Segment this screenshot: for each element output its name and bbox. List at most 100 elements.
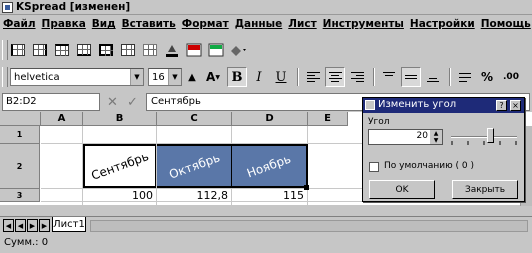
align-center-button[interactable] <box>325 67 345 87</box>
underline-button[interactable]: U <box>271 67 291 87</box>
spin-up-icon[interactable]: ▲ <box>434 130 439 137</box>
toolbar-handle[interactable] <box>2 67 8 87</box>
dialog-close-button[interactable]: × <box>510 100 521 111</box>
paint-bucket-icon <box>231 46 246 56</box>
close-button[interactable]: Закрыть <box>452 180 518 199</box>
row-header-3[interactable]: 3 <box>0 189 40 202</box>
fill-color-icon <box>166 45 178 57</box>
ok-button[interactable]: OK <box>369 180 435 199</box>
row-header-2[interactable]: 2 <box>0 144 40 189</box>
column-header-b[interactable]: B <box>83 112 157 126</box>
app-icon[interactable] <box>2 2 13 13</box>
sheet-tab[interactable]: Лист1 <box>52 217 86 232</box>
dialog-title-bar[interactable]: Изменить угол ? × <box>363 98 524 113</box>
decimal-button[interactable]: .00 <box>499 67 523 87</box>
separator <box>449 68 451 86</box>
angle-slider-track[interactable] <box>451 136 517 138</box>
cell-c2[interactable]: Октябрь <box>157 144 232 188</box>
last-icon: ▶ <box>41 221 48 230</box>
border-top-button[interactable] <box>52 40 72 60</box>
corner-header[interactable] <box>0 112 41 126</box>
fill-color-button[interactable] <box>162 40 182 60</box>
angle-label: Угол <box>368 117 390 127</box>
border-left-icon <box>11 44 25 56</box>
cell-b3[interactable]: 100 <box>83 189 153 202</box>
cell-c2-text: Октябрь <box>166 150 222 182</box>
bold-icon: B <box>231 69 243 85</box>
border-right-button[interactable] <box>30 40 50 60</box>
cancel-edit-button[interactable]: ✕ <box>103 93 122 111</box>
align-top-button[interactable] <box>379 67 399 87</box>
chevron-down-icon[interactable]: ▼ <box>130 69 143 85</box>
font-combo[interactable]: helvetica ▼ <box>10 68 144 86</box>
menu-insert[interactable]: Вставить <box>122 18 176 30</box>
font-name: helvetica <box>14 71 60 83</box>
align-right-button[interactable] <box>347 67 367 87</box>
separator <box>373 68 375 86</box>
spin-down-icon[interactable]: ▼ <box>434 137 439 144</box>
wrap-text-button[interactable] <box>455 67 475 87</box>
border-none-button[interactable] <box>140 40 160 60</box>
bold-button[interactable]: B <box>227 67 247 87</box>
align-left-icon <box>306 71 320 83</box>
grid-style-button[interactable] <box>206 40 226 60</box>
cell-style-button[interactable] <box>184 40 204 60</box>
border-outline-button[interactable] <box>118 40 138 60</box>
default-checkbox[interactable] <box>369 162 379 172</box>
status-text: Сумм.: 0 <box>4 237 49 248</box>
italic-button[interactable]: I <box>249 67 269 87</box>
spin-arrows[interactable]: ▲ ▼ <box>430 130 442 144</box>
menu-bar: Файл Правка Вид Вставить Формат Данные Л… <box>0 15 532 33</box>
prev-sheet-button[interactable]: ◀ <box>15 219 26 232</box>
last-sheet-button[interactable]: ▶ <box>39 219 50 232</box>
decrease-font-button[interactable]: ▲ <box>185 67 199 87</box>
decimal-icon: .00 <box>503 72 519 82</box>
chevron-down-icon[interactable]: ▼ <box>168 69 181 85</box>
menu-settings[interactable]: Настройки <box>410 18 475 30</box>
first-sheet-button[interactable]: ◀ <box>3 219 14 232</box>
menu-data[interactable]: Данные <box>235 18 283 30</box>
dialog-title: Изменить угол <box>378 99 457 110</box>
cell-style-icon <box>186 43 202 57</box>
menu-help[interactable]: Помощь <box>481 18 531 30</box>
border-none-icon <box>143 44 157 56</box>
border-bottom-button[interactable] <box>74 40 94 60</box>
cell-d3[interactable]: 115 <box>232 189 304 202</box>
font-size-combo[interactable]: 16 ▼ <box>148 68 182 86</box>
menu-tools[interactable]: Инструменты <box>323 18 404 30</box>
help-button[interactable]: ? <box>496 100 507 111</box>
menu-format[interactable]: Формат <box>182 18 229 30</box>
chevron-right-icon: ▶ <box>29 221 36 230</box>
align-left-button[interactable] <box>303 67 323 87</box>
menu-view[interactable]: Вид <box>92 18 116 30</box>
text-color-icon: A <box>206 70 216 84</box>
align-middle-button[interactable] <box>401 67 421 87</box>
underline-icon: U <box>275 69 287 85</box>
border-all-button[interactable] <box>96 40 116 60</box>
text-color-button[interactable]: A ▼ <box>201 67 225 87</box>
cell-b2[interactable]: Сентябрь <box>83 144 156 188</box>
fill-dropdown-button[interactable] <box>228 40 248 60</box>
horizontal-scrollbar[interactable] <box>90 220 528 232</box>
dialog-app-icon[interactable] <box>365 100 375 110</box>
format-toolbar: helvetica ▼ 16 ▼ ▲ A ▼ B I U % .00 <box>0 64 532 90</box>
menu-file[interactable]: Файл <box>3 18 36 30</box>
column-header-c[interactable]: C <box>157 112 232 126</box>
next-sheet-button[interactable]: ▶ <box>27 219 38 232</box>
fill-handle[interactable] <box>304 185 309 190</box>
row-header-1[interactable]: 1 <box>0 126 40 144</box>
window-title: KSpread [изменен] <box>16 1 131 13</box>
percent-button[interactable]: % <box>477 67 497 87</box>
cell-d2[interactable]: Ноябрь <box>232 144 308 188</box>
menu-sheet[interactable]: Лист <box>288 18 316 30</box>
menu-edit[interactable]: Правка <box>42 18 86 30</box>
cell-reference-field[interactable]: B2:D2 <box>2 93 100 111</box>
align-bottom-button[interactable] <box>423 67 443 87</box>
confirm-edit-button[interactable]: ✓ <box>123 93 142 111</box>
percent-icon: % <box>480 70 494 84</box>
border-left-button[interactable] <box>8 40 28 60</box>
column-header-a[interactable]: A <box>41 112 83 126</box>
cell-c3[interactable]: 112,8 <box>157 189 229 202</box>
column-header-d[interactable]: D <box>232 112 308 126</box>
column-header-e[interactable]: E <box>308 112 348 126</box>
